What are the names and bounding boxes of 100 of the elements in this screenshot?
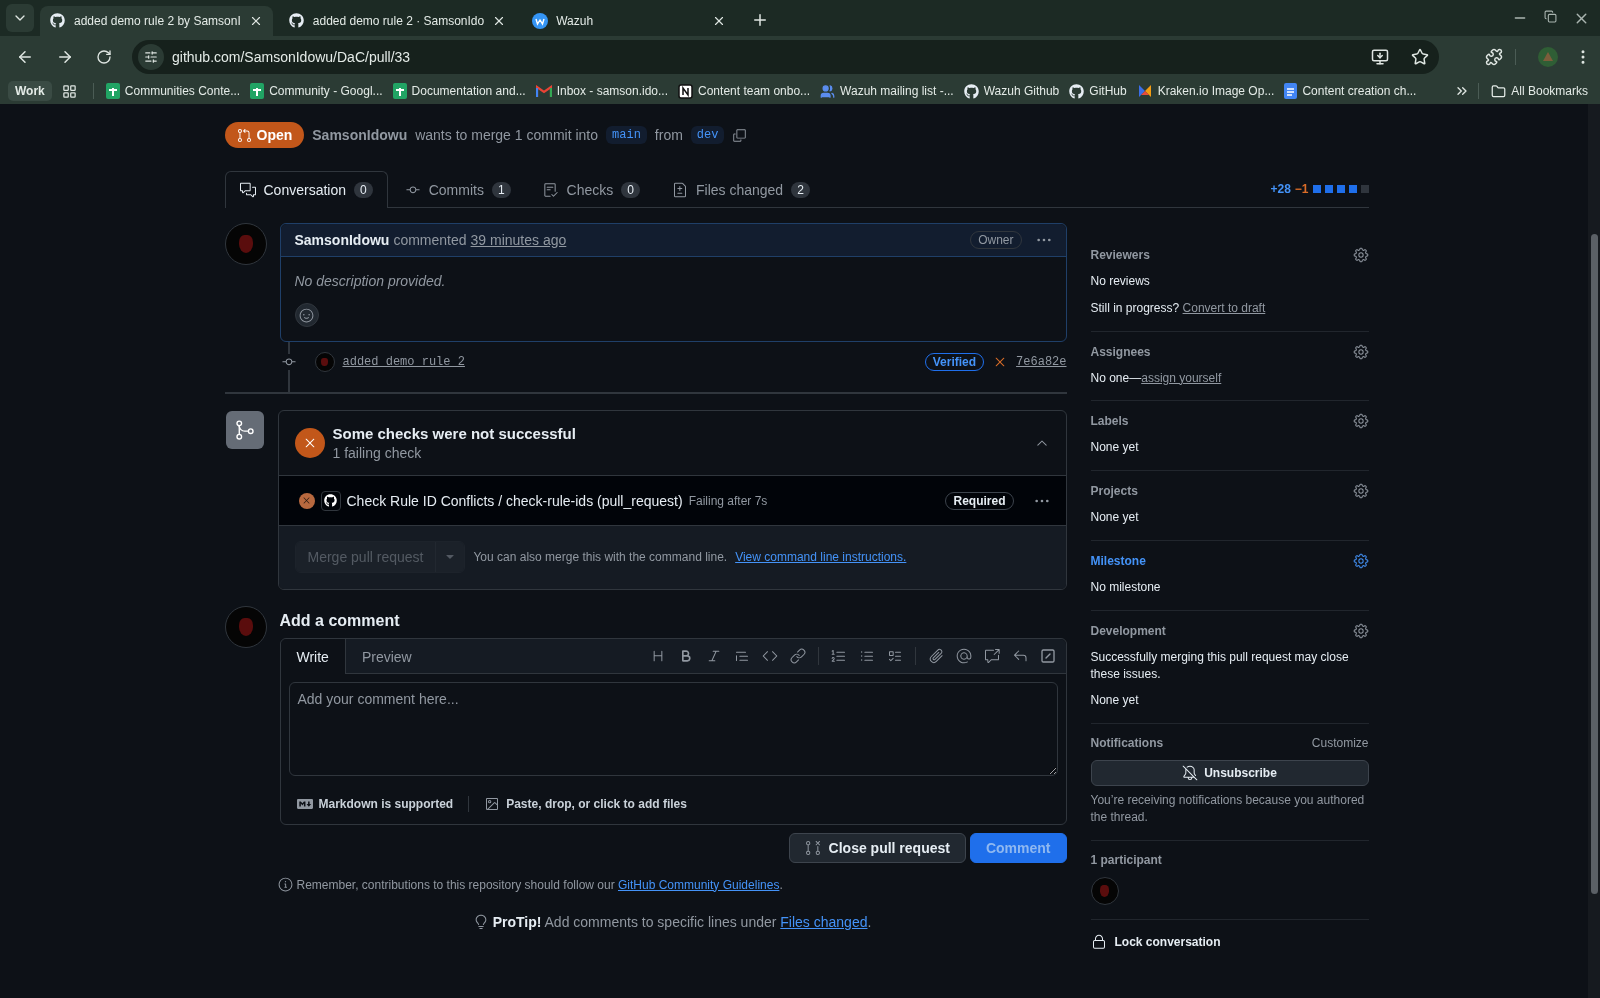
sidebar-section-title[interactable]: Assignees <box>1090 344 1151 359</box>
bookmark-link[interactable]: Communities Conte... <box>101 83 245 99</box>
additions-count: +28 <box>1270 181 1291 196</box>
markdown-note[interactable]: Markdown is supported <box>318 797 454 811</box>
github-favicon-icon <box>963 83 979 99</box>
bookmark-link[interactable]: Wazuh mailing list -... <box>816 83 958 99</box>
link-icon[interactable] <box>789 648 806 664</box>
commit-message-link[interactable]: added demo rule 2 <box>342 355 465 369</box>
lock-conversation-link[interactable]: Lock conversation <box>1114 934 1221 949</box>
reload-icon[interactable] <box>96 49 112 65</box>
comment-action: commented <box>393 232 467 248</box>
scrollbar[interactable] <box>1588 104 1600 998</box>
comment-author[interactable]: SamsonIdowu <box>294 232 390 248</box>
commit-sha-link[interactable]: 7e6a82e <box>1016 355 1067 369</box>
comment-input[interactable]: Add your comment here... <box>288 682 1058 776</box>
bookmark-star-icon[interactable] <box>1411 48 1429 66</box>
sidebar-text: No one—assign yourself <box>1090 369 1223 387</box>
code-icon[interactable] <box>761 648 778 664</box>
bookmark-link[interactable]: Wazuh Github <box>959 83 1064 99</box>
sidebar-section-title: Notifications <box>1090 736 1164 751</box>
github-favicon-icon <box>50 13 65 28</box>
sidebar-section-title[interactable]: Reviewers <box>1090 248 1150 262</box>
check-name[interactable]: Check Rule ID Conflicts / check-rule-ids (pull_request) <box>346 492 683 509</box>
checklist-icon <box>542 182 559 198</box>
extensions-icon[interactable] <box>1485 48 1503 66</box>
bell-slash-icon[interactable] <box>1182 765 1199 782</box>
settings-icon[interactable] <box>1352 413 1369 430</box>
browser-tab[interactable]: added demo rule 2 · SamsonIdo <box>278 6 517 36</box>
forward-icon[interactable] <box>56 48 74 66</box>
customize-link[interactable]: Customize <box>1311 736 1369 751</box>
settings-icon[interactable] <box>1352 622 1369 639</box>
browser-tab[interactable]: added demo rule 2 by SamsonI <box>40 6 273 36</box>
wazuh-favicon-icon <box>532 13 549 29</box>
sidebar-text: None yet <box>1090 509 1140 526</box>
install-icon[interactable] <box>1371 48 1389 66</box>
image-icon <box>484 796 501 812</box>
editor-tab[interactable]: Write <box>280 639 346 674</box>
sidebar-text: No milestone <box>1090 579 1162 596</box>
pr-tab[interactable]: Checks 0 <box>527 171 655 208</box>
merge-note: You can also merge this with the command line. <box>473 550 728 564</box>
settings-icon[interactable] <box>1352 343 1369 360</box>
sidebar-text: Still in progress? Convert to draft <box>1090 299 1267 317</box>
bulleted-list-icon[interactable] <box>858 648 875 664</box>
sidebar-link[interactable]: assign yourself <box>1141 370 1222 385</box>
sidebar-section-title[interactable]: Milestone <box>1090 554 1146 568</box>
timestamp-link[interactable]: 39 minutes ago <box>470 232 567 248</box>
settings-icon[interactable] <box>1352 483 1369 500</box>
branch-name[interactable]: dev <box>690 126 725 144</box>
close-pull-request-button[interactable]: Close pull request <box>788 833 966 863</box>
pr-tab[interactable]: Commits 1 <box>389 171 526 208</box>
sheets-icon <box>250 83 265 99</box>
github-favicon-icon <box>1069 83 1085 99</box>
reply-icon[interactable] <box>1011 648 1028 664</box>
conversation-icon <box>239 182 256 198</box>
copy-icon[interactable] <box>732 127 748 143</box>
checks-subtitle: 1 failing check <box>332 445 423 461</box>
bookmark-link[interactable]: Content team onbo... <box>674 83 815 99</box>
back-icon[interactable] <box>16 48 34 66</box>
address-bar[interactable]: github.com/SamsonIdowu/DaC/pull/33 <box>132 40 1439 74</box>
workspace-chip[interactable]: Work <box>8 81 52 101</box>
bookmark-link[interactable]: Inbox - samson.ido... <box>531 84 673 98</box>
restore-icon[interactable] <box>1544 9 1557 23</box>
bookmark-link[interactable]: GitHub <box>1065 83 1131 99</box>
bookmark-link[interactable]: Documentation and... <box>388 83 530 99</box>
attach-files-note[interactable]: Paste, drop, or click to add files <box>506 797 687 811</box>
sidebar-section-title[interactable]: Labels <box>1090 414 1129 429</box>
add-reaction-button[interactable] <box>294 303 319 327</box>
settings-icon[interactable] <box>1352 247 1369 263</box>
attach-icon[interactable] <box>927 648 944 664</box>
apps-grid-icon[interactable] <box>61 83 77 99</box>
site-info-button[interactable] <box>138 44 164 70</box>
sheets-icon <box>105 83 120 99</box>
unsubscribe-button[interactable]: Unsubscribe <box>1090 760 1369 787</box>
bookmark-link[interactable]: Community - Googl... <box>246 83 387 99</box>
bookmark-link[interactable]: Kraken.io Image Op... <box>1132 83 1279 99</box>
sidebar-text: None yet <box>1090 439 1140 457</box>
numbered-list-icon[interactable] <box>830 648 847 664</box>
check-status: Failing after 7s <box>688 493 768 508</box>
branch-name[interactable]: main <box>606 126 647 144</box>
pr-tab[interactable]: Files changed 2 <box>657 171 825 208</box>
mention-icon[interactable] <box>955 648 972 664</box>
editor-tab[interactable]: Preview <box>345 639 429 674</box>
sidebar-section-title[interactable]: Projects <box>1090 484 1138 499</box>
bookmark-link[interactable]: Content creation ch... <box>1280 83 1421 99</box>
sliders-icon[interactable] <box>144 50 158 64</box>
pr-tab[interactable]: Conversation 0 <box>224 171 388 208</box>
reference-icon[interactable] <box>983 648 1000 664</box>
command-line-link[interactable]: View command line instructions. <box>735 550 907 564</box>
sidebar-section-title[interactable]: Development <box>1090 623 1166 638</box>
browser-tab[interactable]: Wazuh <box>522 6 737 36</box>
settings-icon[interactable] <box>1352 553 1369 569</box>
closed-pull-request-icon[interactable] <box>804 840 821 856</box>
tab-search-button[interactable] <box>6 4 34 32</box>
merge-icon <box>233 419 256 441</box>
sidebar-section-title: 1 participant <box>1090 852 1162 867</box>
task-list-icon[interactable] <box>886 648 903 664</box>
all-bookmarks-link[interactable]: All Bookmarks <box>1487 83 1592 99</box>
smiley-icon[interactable] <box>299 307 314 323</box>
slash-command-icon[interactable] <box>1039 648 1056 664</box>
sidebar-link[interactable]: Convert to draft <box>1182 300 1266 315</box>
